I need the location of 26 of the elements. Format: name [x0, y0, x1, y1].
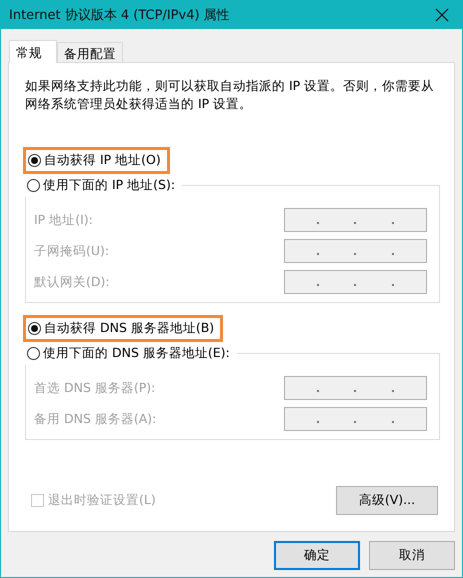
field-label: 备用 DNS 服务器(A):: [34, 410, 156, 428]
tab[interactable]: 常规: [9, 40, 57, 63]
radio-option[interactable]: 自动获得 IP 地址(O): [23, 147, 170, 174]
window-title: Internet 协议版本 4 (TCP/IPv4) 属性: [9, 6, 230, 24]
tab[interactable]: 备用配置: [57, 42, 123, 62]
dialog-button[interactable]: 取消: [369, 541, 455, 570]
radio-button[interactable]: [28, 322, 41, 335]
advanced-button[interactable]: 高级(V)...: [336, 486, 438, 515]
ip-address-field[interactable]: [284, 270, 427, 294]
radio-option[interactable]: 使用下面的 DNS 服务器地址(E):: [24, 342, 237, 365]
field-label: 默认网关(D):: [34, 274, 110, 290]
field-label: 子网掩码(U):: [34, 242, 110, 260]
radio-button[interactable]: [27, 347, 40, 360]
dialog-button[interactable]: 确定: [274, 541, 360, 570]
radio-option[interactable]: 自动获得 DNS 服务器地址(B): [23, 315, 224, 342]
field-label: 首选 DNS 服务器(P):: [34, 380, 156, 396]
close-icon: [435, 8, 449, 22]
description-text: 如果网络支持此功能，则可以获取自动指派的 IP 设置。否则，你需要从网络系统管理员处获得适当的 IP 设置。: [25, 77, 436, 113]
ip-address-field[interactable]: [284, 239, 427, 263]
radio-button[interactable]: [28, 154, 41, 167]
radio-button[interactable]: [27, 179, 40, 192]
ip-address-field[interactable]: [284, 376, 427, 400]
field-label: IP 地址(I):: [34, 212, 93, 228]
ip-address-field[interactable]: [284, 208, 427, 232]
radio-option[interactable]: 使用下面的 IP 地址(S):: [24, 174, 182, 197]
ip-address-field[interactable]: [284, 407, 427, 431]
